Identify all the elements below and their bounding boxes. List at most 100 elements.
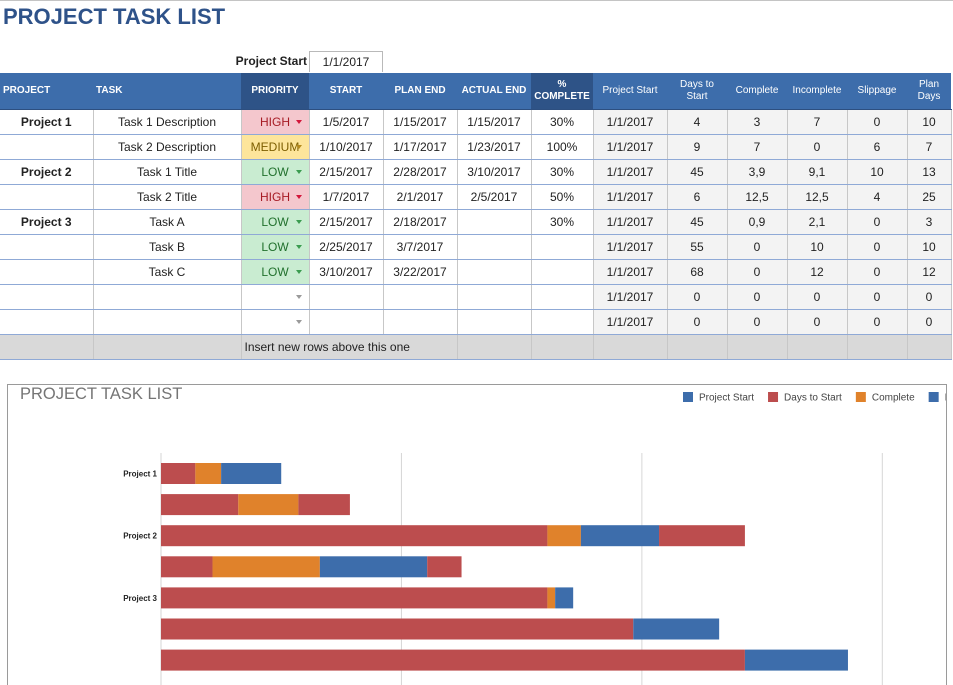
project-cell[interactable]: Project 1 (0, 109, 94, 135)
actual-end-cell[interactable] (457, 234, 532, 260)
incomplete-cell[interactable]: 10 (787, 234, 848, 260)
days-to-start-cell[interactable]: 45 (667, 159, 728, 185)
priority-cell[interactable] (241, 309, 310, 335)
percent-complete-cell[interactable] (531, 234, 594, 260)
project-start-input[interactable]: 1/1/2017 (309, 51, 383, 72)
complete-cell[interactable]: 3,9 (727, 159, 788, 185)
percent-complete-cell[interactable] (531, 309, 594, 335)
percent-complete-cell[interactable]: 30% (531, 109, 594, 135)
priority-cell[interactable] (241, 284, 310, 310)
project-cell[interactable] (0, 134, 94, 160)
plan-days-cell[interactable]: 3 (907, 209, 952, 235)
project-start-cell[interactable]: 1/1/2017 (593, 234, 668, 260)
project-cell[interactable] (0, 284, 94, 310)
incomplete-cell[interactable]: 0 (787, 309, 848, 335)
project-start-cell[interactable]: 1/1/2017 (593, 209, 668, 235)
task-cell[interactable]: Task 1 Description (93, 109, 242, 135)
percent-complete-cell[interactable] (531, 284, 594, 310)
dropdown-arrow-icon[interactable] (295, 245, 302, 249)
insert-row-cell[interactable] (847, 334, 908, 360)
incomplete-cell[interactable]: 12,5 (787, 184, 848, 210)
complete-cell[interactable]: 0 (727, 234, 788, 260)
task-cell[interactable]: Task B (93, 234, 242, 260)
days-to-start-cell[interactable]: 68 (667, 259, 728, 285)
dropdown-arrow-icon[interactable] (295, 195, 302, 199)
incomplete-cell[interactable]: 7 (787, 109, 848, 135)
header-task[interactable]: TASK (93, 73, 241, 110)
insert-row-cell[interactable] (457, 334, 532, 360)
project-cell[interactable] (0, 184, 94, 210)
incomplete-cell[interactable]: 2,1 (787, 209, 848, 235)
start-cell[interactable]: 1/10/2017 (309, 134, 384, 160)
priority-cell[interactable]: MEDIUM (241, 134, 310, 160)
days-to-start-cell[interactable]: 9 (667, 134, 728, 160)
slippage-cell[interactable]: 6 (847, 134, 908, 160)
header-percent-complete[interactable]: % COMPLETE (531, 73, 593, 110)
slippage-cell[interactable]: 0 (847, 109, 908, 135)
insert-row-cell[interactable] (907, 334, 952, 360)
header-complete[interactable]: Complete (727, 73, 787, 110)
days-to-start-cell[interactable]: 6 (667, 184, 728, 210)
start-cell[interactable] (309, 284, 384, 310)
plan-end-cell[interactable]: 1/17/2017 (383, 134, 458, 160)
days-to-start-cell[interactable]: 55 (667, 234, 728, 260)
incomplete-cell[interactable]: 9,1 (787, 159, 848, 185)
header-project[interactable]: PROJECT (0, 73, 93, 110)
insert-row-cell[interactable] (787, 334, 848, 360)
project-cell[interactable] (0, 259, 94, 285)
days-to-start-cell[interactable]: 0 (667, 284, 728, 310)
dropdown-arrow-icon[interactable] (295, 320, 302, 324)
start-cell[interactable]: 1/5/2017 (309, 109, 384, 135)
header-slippage[interactable]: Slippage (847, 73, 907, 110)
header-project-start[interactable]: Project Start (593, 73, 667, 110)
days-to-start-cell[interactable]: 0 (667, 309, 728, 335)
slippage-cell[interactable]: 0 (847, 309, 908, 335)
percent-complete-cell[interactable]: 30% (531, 159, 594, 185)
incomplete-cell[interactable]: 0 (787, 134, 848, 160)
insert-row-note[interactable]: Insert new rows above this one (241, 334, 458, 360)
plan-end-cell[interactable]: 2/28/2017 (383, 159, 458, 185)
priority-cell[interactable]: HIGH (241, 109, 310, 135)
slippage-cell[interactable]: 4 (847, 184, 908, 210)
plan-days-cell[interactable]: 0 (907, 284, 952, 310)
dropdown-arrow-icon[interactable] (295, 220, 302, 224)
slippage-cell[interactable]: 0 (847, 259, 908, 285)
project-start-cell[interactable]: 1/1/2017 (593, 134, 668, 160)
insert-row-project-cell[interactable] (0, 334, 94, 360)
plan-end-cell[interactable]: 2/1/2017 (383, 184, 458, 210)
project-start-cell[interactable]: 1/1/2017 (593, 159, 668, 185)
project-start-cell[interactable]: 1/1/2017 (593, 184, 668, 210)
task-cell[interactable]: Task 2 Title (93, 184, 242, 210)
plan-days-cell[interactable]: 12 (907, 259, 952, 285)
complete-cell[interactable]: 3 (727, 109, 788, 135)
plan-end-cell[interactable]: 3/22/2017 (383, 259, 458, 285)
dropdown-arrow-icon[interactable] (295, 120, 302, 124)
insert-row-cell[interactable] (531, 334, 594, 360)
plan-days-cell[interactable]: 10 (907, 234, 952, 260)
header-days-to-start[interactable]: Days to Start (667, 73, 727, 110)
actual-end-cell[interactable]: 3/10/2017 (457, 159, 532, 185)
percent-complete-cell[interactable] (531, 259, 594, 285)
slippage-cell[interactable]: 0 (847, 209, 908, 235)
start-cell[interactable]: 2/15/2017 (309, 159, 384, 185)
insert-row-cell[interactable] (727, 334, 788, 360)
start-cell[interactable]: 3/10/2017 (309, 259, 384, 285)
plan-days-cell[interactable]: 13 (907, 159, 952, 185)
task-cell[interactable] (93, 284, 242, 310)
header-plan-end[interactable]: PLAN END (383, 73, 457, 110)
complete-cell[interactable]: 0 (727, 284, 788, 310)
gantt-chart[interactable]: PROJECT TASK LIST Project 1 Project 2 Proj… (7, 384, 947, 685)
header-incomplete[interactable]: Incomplete (787, 73, 847, 110)
complete-cell[interactable]: 0 (727, 309, 788, 335)
project-cell[interactable]: Project 3 (0, 209, 94, 235)
incomplete-cell[interactable]: 0 (787, 284, 848, 310)
actual-end-cell[interactable]: 1/15/2017 (457, 109, 532, 135)
actual-end-cell[interactable] (457, 309, 532, 335)
actual-end-cell[interactable] (457, 284, 532, 310)
slippage-cell[interactable]: 10 (847, 159, 908, 185)
complete-cell[interactable]: 7 (727, 134, 788, 160)
actual-end-cell[interactable] (457, 259, 532, 285)
incomplete-cell[interactable]: 12 (787, 259, 848, 285)
project-start-cell[interactable]: 1/1/2017 (593, 109, 668, 135)
dropdown-arrow-icon[interactable] (295, 270, 302, 274)
